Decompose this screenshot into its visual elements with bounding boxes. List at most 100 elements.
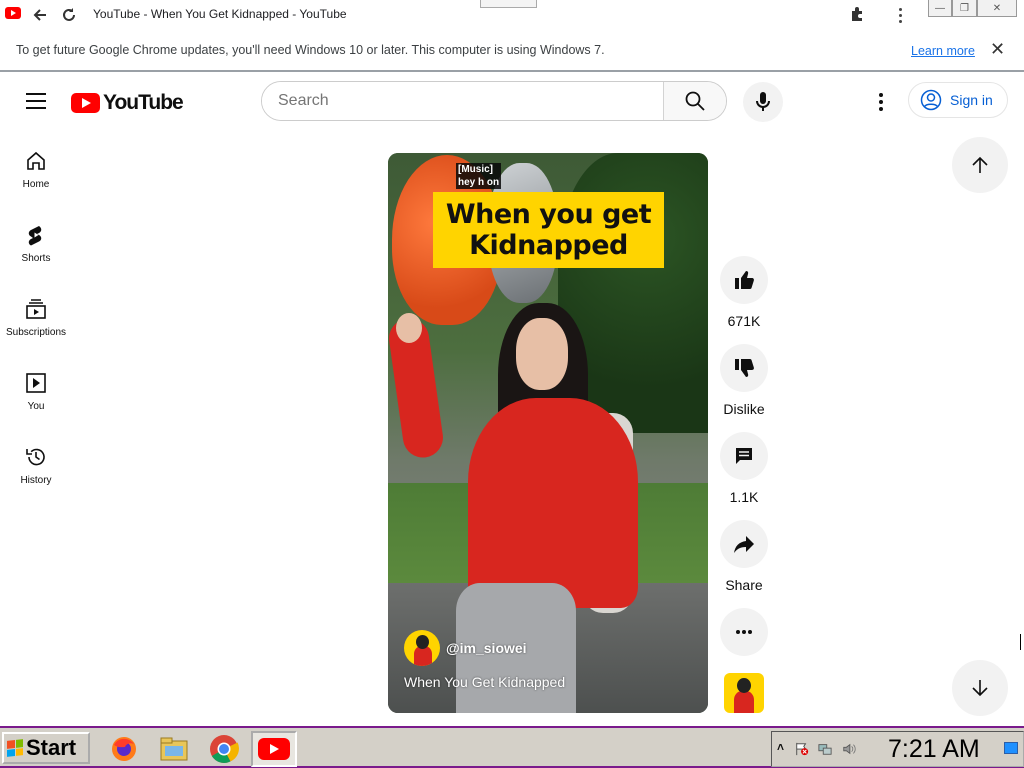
browser-titlebar: YouTube - When You Get Kidnapped - YouTu…	[0, 0, 1024, 30]
shorts-video-player[interactable]: [Music] hey h on When you get Kidnapped …	[388, 153, 708, 713]
video-title[interactable]: When You Get Kidnapped	[404, 674, 565, 690]
previous-short-button[interactable]	[952, 137, 1008, 193]
guide-item-shorts[interactable]: Shorts	[0, 224, 72, 298]
reload-icon[interactable]	[58, 4, 80, 26]
share-button[interactable]	[720, 520, 768, 568]
dislike-button[interactable]	[720, 344, 768, 392]
start-button[interactable]: Start	[2, 732, 90, 764]
guide-item-subscriptions[interactable]: Subscriptions	[0, 298, 72, 372]
share-label: Share	[725, 577, 763, 593]
comments-button[interactable]	[720, 432, 768, 480]
youtube-play-icon	[71, 93, 100, 113]
logo-text: YouTube	[103, 91, 184, 114]
channel-info: @im_siowei	[404, 630, 527, 666]
youtube-taskbar-button[interactable]	[251, 731, 297, 767]
search-icon	[685, 91, 705, 111]
chrome-icon[interactable]	[208, 733, 240, 765]
chrome-menu-icon[interactable]	[890, 5, 910, 25]
search-input[interactable]	[262, 82, 663, 120]
like-count: 671K	[727, 313, 761, 329]
restore-button[interactable]: ❐	[952, 0, 977, 17]
youtube-logo[interactable]: YouTube	[71, 91, 184, 115]
like-button[interactable]	[720, 256, 768, 304]
comment-icon	[736, 448, 752, 464]
closed-caption: [Music] hey h on	[456, 163, 502, 189]
video-title-overlay: When you get Kidnapped	[433, 192, 664, 268]
firefox-icon[interactable]	[108, 733, 140, 765]
home-icon	[27, 151, 45, 170]
search-box	[261, 81, 727, 121]
arrow-down-icon	[972, 680, 988, 697]
action-center-flag-icon[interactable]	[795, 742, 809, 756]
more-horizontal-icon	[736, 630, 752, 634]
guide-label: Home	[22, 179, 50, 190]
more-action	[720, 608, 768, 656]
voice-search-button[interactable]	[743, 82, 783, 122]
guide-label: Subscriptions	[5, 327, 67, 338]
sound-thumbnail[interactable]	[724, 673, 764, 713]
thumbs-down-icon	[735, 359, 754, 377]
guide-item-home[interactable]: Home	[0, 150, 72, 224]
comment-count: 1.1K	[729, 489, 759, 505]
tab-title: YouTube - When You Get Kidnapped - YouTu…	[93, 7, 347, 21]
show-hidden-icons-chevron-icon[interactable]: ˄	[777, 741, 791, 756]
you-icon	[26, 373, 46, 393]
channel-avatar[interactable]	[404, 630, 440, 666]
search-button[interactable]	[663, 82, 726, 120]
close-window-button[interactable]: ✕	[977, 0, 1017, 17]
show-desktop-icon[interactable]	[1004, 742, 1018, 754]
windows-taskbar: Start ˄ 7:21 AM	[0, 726, 1024, 768]
tab-strip-edge	[480, 0, 537, 8]
comments-action: 1.1K	[720, 432, 768, 505]
back-arrow-icon[interactable]	[29, 4, 51, 26]
hamburger-menu-icon[interactable]	[26, 93, 46, 109]
guide-label: History	[20, 475, 52, 486]
minimize-button[interactable]: —	[928, 0, 952, 17]
arrow-up-icon	[972, 156, 988, 173]
update-infobar: To get future Google Chrome updates, you…	[0, 30, 1024, 72]
thumbs-up-icon	[735, 271, 754, 289]
infobar-close-icon[interactable]: ✕	[990, 39, 1005, 60]
youtube-favicon-icon	[5, 7, 21, 19]
youtube-masthead: YouTube Sign in	[0, 74, 1024, 130]
youtube-icon	[258, 738, 290, 760]
network-icon[interactable]	[818, 742, 832, 756]
caption-line-2: hey h on	[458, 177, 500, 188]
start-label: Start	[26, 735, 77, 760]
share-arrow-icon	[734, 536, 754, 553]
guide-item-history[interactable]: History	[0, 446, 72, 520]
like-action: 671K	[720, 256, 768, 329]
infobar-message: To get future Google Chrome updates, you…	[16, 43, 605, 57]
system-tray: ˄ 7:21 AM	[771, 731, 1024, 767]
guide-item-you[interactable]: You	[0, 372, 72, 446]
extensions-puzzle-icon[interactable]	[849, 5, 869, 25]
taskbar-clock[interactable]: 7:21 AM	[888, 735, 980, 764]
learn-more-link[interactable]: Learn more	[911, 44, 975, 58]
dislike-action: Dislike	[720, 344, 768, 417]
video-person-face	[516, 318, 568, 390]
volume-speaker-icon[interactable]	[842, 742, 856, 756]
overlay-line-1: When you get	[445, 199, 652, 230]
history-icon	[26, 448, 45, 466]
share-action: Share	[720, 520, 768, 593]
file-explorer-icon[interactable]	[158, 733, 190, 765]
next-short-button[interactable]	[952, 660, 1008, 716]
guide-label: Shorts	[21, 253, 51, 264]
channel-name[interactable]: @im_siowei	[446, 640, 527, 656]
overlay-line-2: Kidnapped	[469, 230, 628, 261]
microphone-icon	[756, 92, 770, 111]
shorts-icon	[28, 226, 42, 246]
caption-line-1: [Music]	[458, 164, 493, 175]
settings-kebab-icon[interactable]	[871, 92, 891, 112]
dislike-label: Dislike	[723, 401, 765, 417]
more-options-button[interactable]	[720, 608, 768, 656]
video-person-hand	[396, 313, 422, 343]
mouse-cursor	[1020, 634, 1024, 650]
sign-in-button[interactable]: Sign in	[908, 82, 1008, 118]
subscriptions-icon	[26, 299, 46, 319]
windows-flag-icon	[7, 739, 23, 757]
sign-in-label: Sign in	[950, 92, 993, 108]
account-circle-icon	[920, 89, 942, 111]
guide-label: You	[27, 401, 45, 412]
video-person-hoodie	[468, 398, 638, 608]
